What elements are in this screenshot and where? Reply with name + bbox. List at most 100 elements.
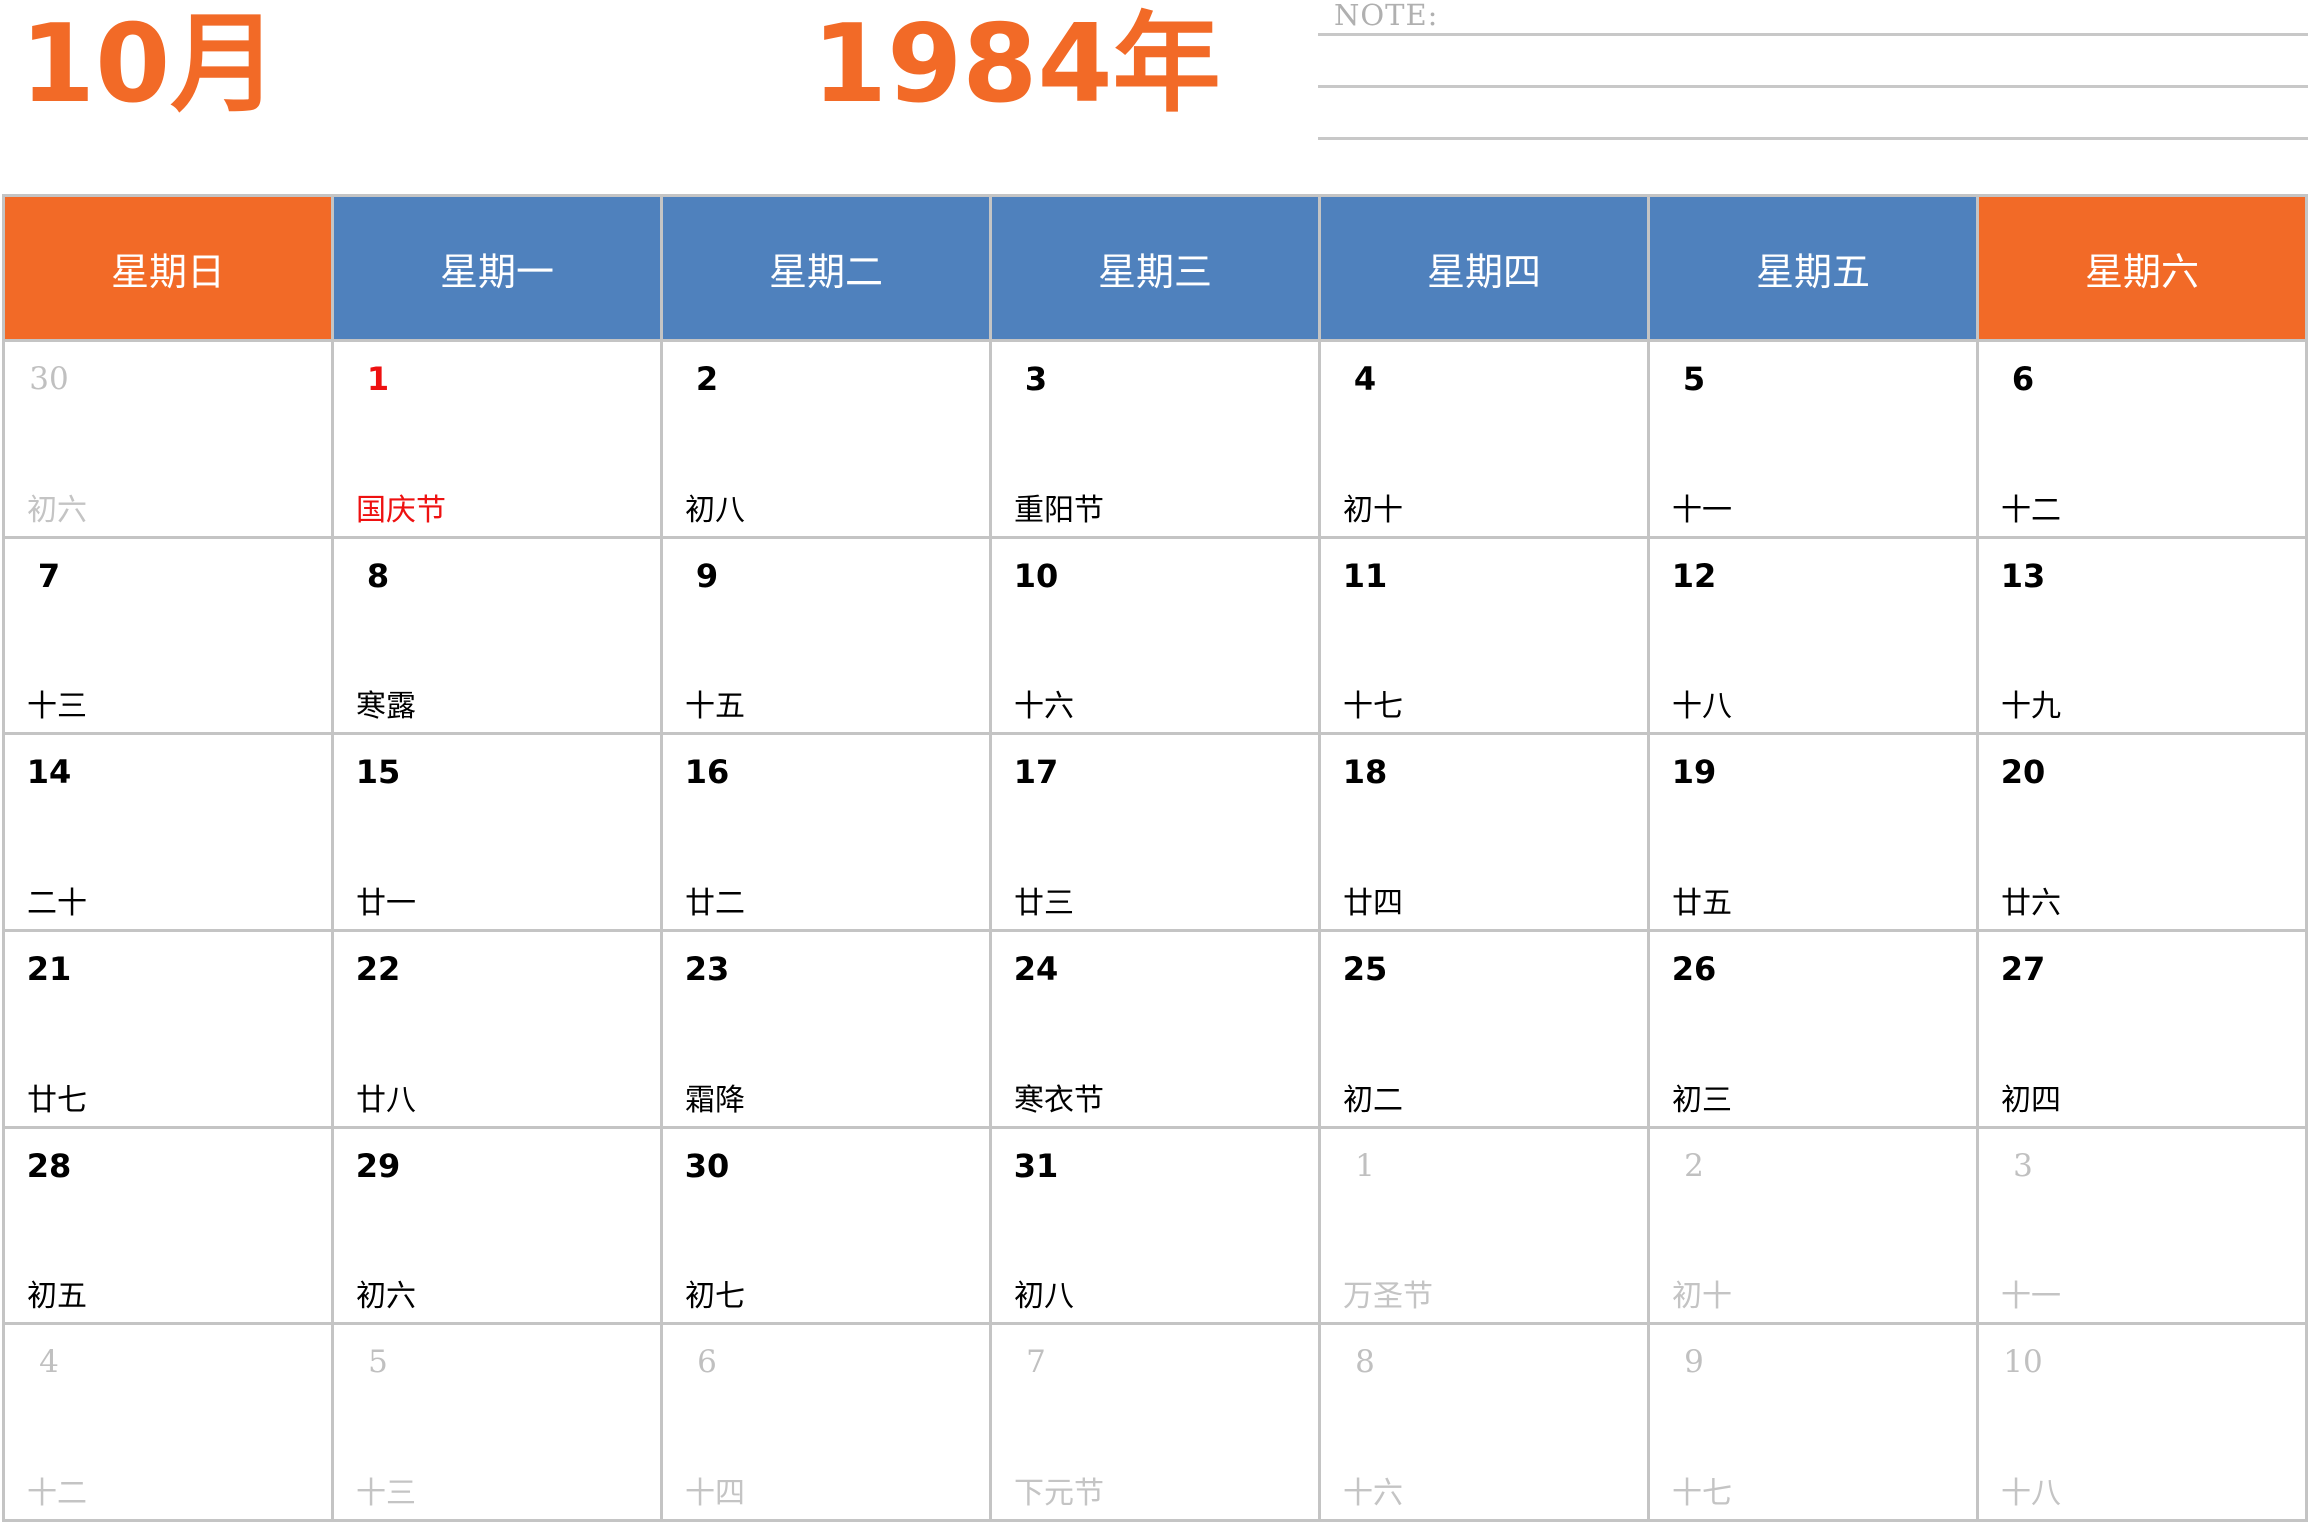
day-number: 21 xyxy=(26,950,72,988)
day-number: 4 xyxy=(39,1344,59,1381)
day-cell[interactable]: 10 十八 xyxy=(1979,1325,2305,1519)
day-number: 1 xyxy=(366,360,390,398)
lunar-date: 初六 xyxy=(356,1279,416,1315)
lunar-date: 霜降 xyxy=(685,1082,745,1118)
day-number: 7 xyxy=(1026,1344,1046,1381)
day-number: 3 xyxy=(1024,360,1048,398)
lunar-date: 廿四 xyxy=(1343,886,1403,921)
day-number: 10 xyxy=(2003,1344,2043,1381)
day-number: 24 xyxy=(1013,950,1059,988)
day-cell[interactable]: 9 十五 xyxy=(663,538,989,733)
lunar-date: 十四 xyxy=(685,1476,745,1511)
day-cell[interactable]: 9 十七 xyxy=(1650,1325,1976,1519)
day-cell[interactable]: 5 十三 xyxy=(334,1325,660,1519)
day-cell[interactable]: 29 初六 xyxy=(334,1128,660,1323)
lunar-date: 初六 xyxy=(27,492,87,528)
day-number: 4 xyxy=(1353,360,1377,398)
lunar-date: 二十 xyxy=(27,886,87,921)
note-line xyxy=(1318,33,2308,36)
day-cell[interactable]: 1 国庆节 xyxy=(334,342,660,536)
day-cell[interactable]: 24 寒衣节 xyxy=(992,932,1318,1126)
day-cell[interactable]: 2 初八 xyxy=(663,342,989,536)
day-number: 28 xyxy=(26,1146,72,1185)
day-cell[interactable]: 27 初四 xyxy=(1979,932,2305,1126)
day-cell[interactable]: 25 初二 xyxy=(1321,932,1647,1126)
day-cell[interactable]: 14 二十 xyxy=(5,735,331,929)
day-number: 30 xyxy=(684,1146,730,1185)
lunar-date: 寒衣节 xyxy=(1014,1082,1104,1118)
day-number: 25 xyxy=(1342,950,1388,988)
lunar-date: 十八 xyxy=(1672,689,1732,725)
lunar-date: 十六 xyxy=(1014,689,1074,725)
lunar-date: 廿二 xyxy=(685,886,745,921)
day-number: 22 xyxy=(355,950,401,988)
day-cell[interactable]: 23 霜降 xyxy=(663,932,989,1126)
lunar-date: 廿五 xyxy=(1672,886,1732,921)
day-cell[interactable]: 19 廿五 xyxy=(1650,735,1976,929)
day-cell[interactable]: 30 初七 xyxy=(663,1128,989,1323)
lunar-date: 十六 xyxy=(1343,1476,1403,1511)
day-cell[interactable]: 15 廿一 xyxy=(334,735,660,929)
weekday-header-monday: 星期一 xyxy=(334,197,660,339)
day-cell[interactable]: 3 重阳节 xyxy=(992,342,1318,536)
day-number: 18 xyxy=(1342,753,1388,792)
calendar-header: 10月 1984年 NOTE: xyxy=(0,0,2310,190)
day-number: 5 xyxy=(368,1344,388,1381)
day-cell[interactable]: 20 廿六 xyxy=(1979,735,2305,929)
lunar-date: 廿八 xyxy=(356,1082,416,1118)
day-cell[interactable]: 6 十四 xyxy=(663,1325,989,1519)
day-cell[interactable]: 7 十三 xyxy=(5,538,331,733)
lunar-date: 初七 xyxy=(685,1279,745,1315)
day-cell[interactable]: 1 万圣节 xyxy=(1321,1128,1647,1323)
lunar-date: 十九 xyxy=(2001,689,2061,725)
day-cell[interactable]: 12 十八 xyxy=(1650,538,1976,733)
note-area: NOTE: xyxy=(1318,0,2310,150)
lunar-date: 初三 xyxy=(1672,1082,1732,1118)
day-number: 11 xyxy=(1342,556,1388,595)
note-label: NOTE: xyxy=(1334,0,1439,32)
lunar-date: 初十 xyxy=(1672,1279,1732,1315)
lunar-date: 十三 xyxy=(356,1476,416,1511)
day-cell[interactable]: 2 初十 xyxy=(1650,1128,1976,1323)
day-number: 5 xyxy=(1682,360,1706,398)
day-number: 8 xyxy=(1355,1344,1375,1381)
day-cell[interactable]: 10 十六 xyxy=(992,538,1318,733)
lunar-date: 廿一 xyxy=(356,886,416,921)
day-cell[interactable]: 17 廿三 xyxy=(992,735,1318,929)
day-cell[interactable]: 13 十九 xyxy=(1979,538,2305,733)
weekday-header-thursday: 星期四 xyxy=(1321,197,1647,339)
day-cell[interactable]: 8 寒露 xyxy=(334,538,660,733)
weekday-header-friday: 星期五 xyxy=(1650,197,1976,339)
day-cell[interactable]: 4 初十 xyxy=(1321,342,1647,536)
weekday-header-saturday: 星期六 xyxy=(1979,197,2305,339)
day-cell[interactable]: 22 廿八 xyxy=(334,932,660,1126)
day-number: 2 xyxy=(1684,1147,1704,1184)
lunar-date: 廿七 xyxy=(27,1082,87,1118)
calendar-grid: 星期日 星期一 星期二 星期三 星期四 星期五 星期六 30 初六 1 国庆节 2 初八 3… xyxy=(2,194,2308,1522)
day-cell[interactable]: 11 十七 xyxy=(1321,538,1647,733)
day-cell[interactable]: 8 十六 xyxy=(1321,1325,1647,1519)
day-cell[interactable]: 21 廿七 xyxy=(5,932,331,1126)
day-cell[interactable]: 18 廿四 xyxy=(1321,735,1647,929)
day-cell[interactable]: 26 初三 xyxy=(1650,932,1976,1126)
lunar-date: 初五 xyxy=(27,1279,87,1315)
day-number: 23 xyxy=(684,950,730,988)
day-cell[interactable]: 7 下元节 xyxy=(992,1325,1318,1519)
day-number: 27 xyxy=(2000,950,2046,988)
weekday-header-tuesday: 星期二 xyxy=(663,197,989,339)
day-cell[interactable]: 31 初八 xyxy=(992,1128,1318,1323)
lunar-date: 十五 xyxy=(685,689,745,725)
day-cell[interactable]: 16 廿二 xyxy=(663,735,989,929)
lunar-date: 初四 xyxy=(2001,1082,2061,1118)
day-number: 15 xyxy=(355,753,401,792)
lunar-date: 十七 xyxy=(1343,689,1403,725)
day-cell[interactable]: 3 十一 xyxy=(1979,1128,2305,1323)
day-number: 17 xyxy=(1013,753,1059,792)
day-cell[interactable]: 5 十一 xyxy=(1650,342,1976,536)
day-cell[interactable]: 4 十二 xyxy=(5,1325,331,1519)
day-cell[interactable]: 6 十二 xyxy=(1979,342,2305,536)
month-title: 10月 xyxy=(20,2,279,127)
day-cell[interactable]: 28 初五 xyxy=(5,1128,331,1323)
day-cell[interactable]: 30 初六 xyxy=(5,342,331,536)
lunar-date: 重阳节 xyxy=(1014,492,1104,528)
